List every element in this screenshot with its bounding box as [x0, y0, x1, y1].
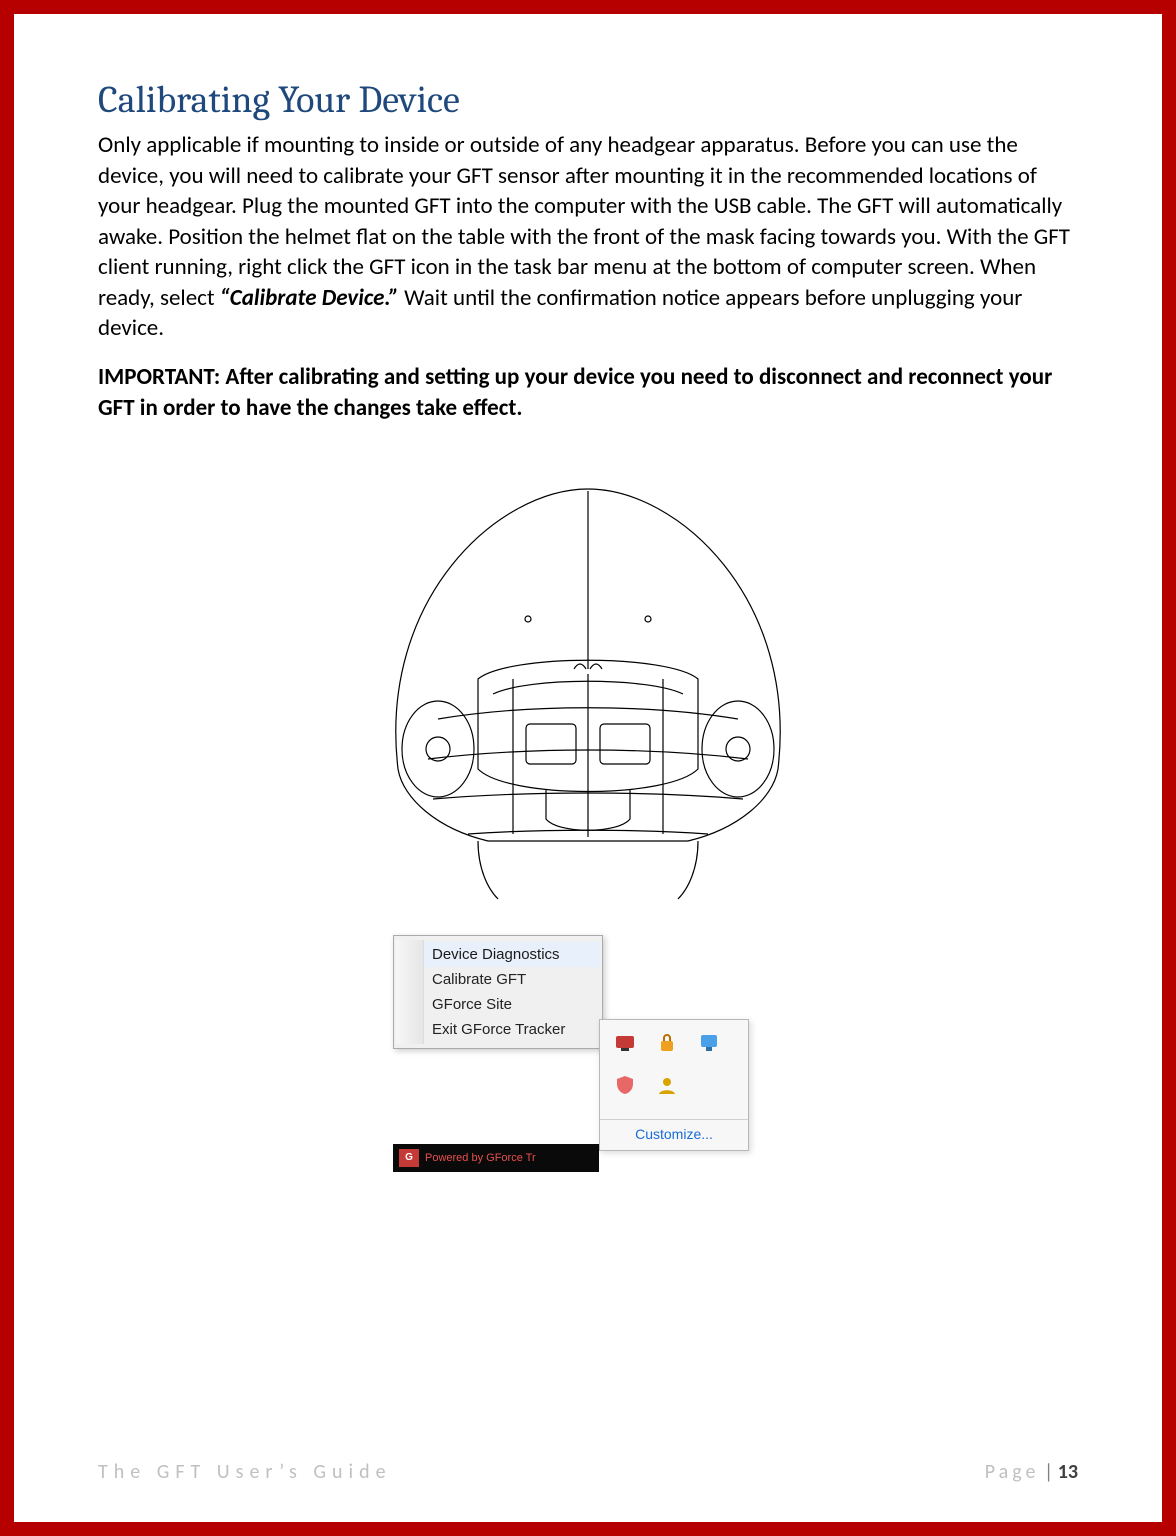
calibration-paragraph: Only applicable if mounting to inside or…	[98, 130, 1078, 344]
menu-item-gforce-site[interactable]: GForce Site	[424, 992, 600, 1017]
network-tray-icon[interactable]	[698, 1032, 720, 1054]
footer-page-number: 13	[1058, 1460, 1078, 1484]
security-tray-icon[interactable]	[656, 1032, 678, 1054]
tray-overflow-popup: Customize...	[599, 1019, 749, 1151]
helmet-svg	[328, 469, 848, 909]
important-note: IMPORTANT: After calibrating and setting…	[98, 362, 1078, 423]
context-menu: Device Diagnostics Calibrate GFT GForce …	[393, 935, 603, 1049]
taskbar-strip: G Powered by GForce Tr	[393, 1144, 599, 1172]
page: Calibrating Your Device Only applicable …	[0, 0, 1176, 1536]
customize-link[interactable]: Customize...	[600, 1119, 748, 1150]
menu-item-calibrate-gft[interactable]: Calibrate GFT	[424, 967, 600, 992]
calibrate-device-label: “Calibrate Device.”	[220, 284, 399, 312]
page-footer: The GFT User’s Guide Page | 13	[98, 1460, 1078, 1484]
important-tail: .	[516, 394, 522, 422]
important-text: IMPORTANT: After calibrating and setting…	[98, 363, 1052, 422]
footer-page-word: Page	[985, 1460, 1040, 1484]
menu-item-exit-gforce-tracker[interactable]: Exit GForce Tracker	[424, 1017, 600, 1042]
powered-by-label: Powered by GForce Tr	[425, 1153, 536, 1164]
helmet-diagram	[328, 469, 848, 909]
gft-tray-icon[interactable]	[614, 1032, 636, 1054]
section-heading: Calibrating Your Device	[98, 78, 1078, 122]
figures: Device Diagnostics Calibrate GFT GForce …	[98, 469, 1078, 1492]
tray-screenshot: Device Diagnostics Calibrate GFT GForce …	[393, 935, 783, 1172]
footer-sep: |	[1039, 1460, 1057, 1484]
shield-tray-icon[interactable]	[614, 1074, 636, 1096]
gft-taskbar-icon[interactable]: G	[399, 1149, 419, 1167]
footer-title: The GFT User’s Guide	[98, 1460, 392, 1484]
menu-gutter	[396, 940, 424, 1044]
user-tray-icon[interactable]	[656, 1074, 678, 1096]
menu-item-device-diagnostics[interactable]: Device Diagnostics	[424, 942, 600, 967]
